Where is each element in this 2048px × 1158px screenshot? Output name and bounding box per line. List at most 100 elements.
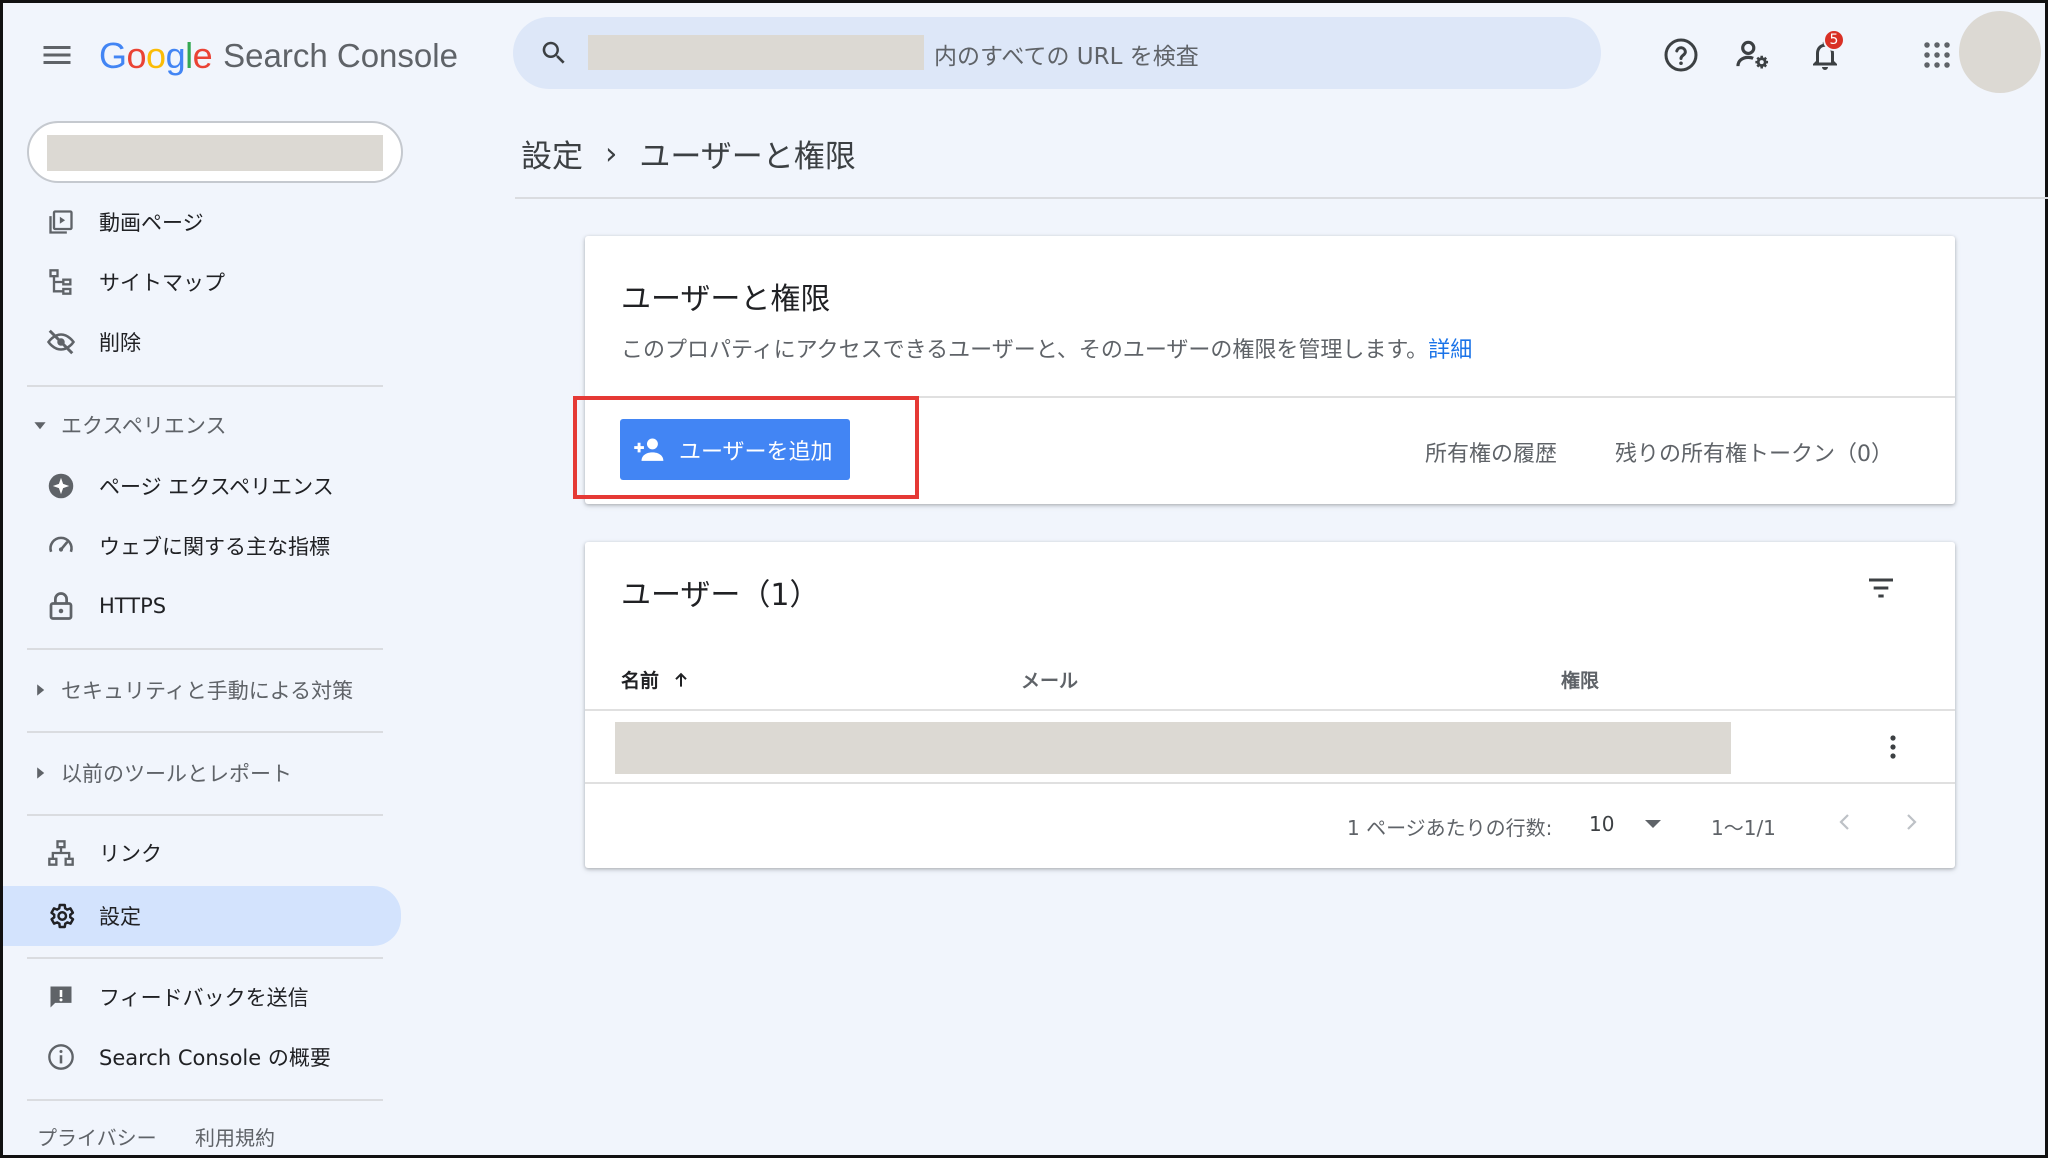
sidebar-item-page-experience[interactable]: ページ エクスペリエンス <box>3 458 401 514</box>
terms-link[interactable]: 利用規約 <box>195 1122 275 1151</box>
sidebar-divider <box>27 1099 383 1101</box>
sidebar-divider <box>27 731 383 733</box>
sidebar-item-label: 削除 <box>99 331 141 355</box>
sidebar-item-label: リンク <box>99 842 162 866</box>
sidebar-item-settings[interactable]: 設定 <box>3 886 401 946</box>
redacted-property-url <box>588 35 924 70</box>
breadcrumb-parent[interactable]: 設定 <box>521 131 583 176</box>
permissions-card-title: ユーザーと権限 <box>621 282 831 317</box>
speed-gauge-icon <box>41 526 81 566</box>
search-console-logo[interactable]: Google Search Console <box>99 31 458 81</box>
sidebar-divider <box>27 648 383 650</box>
breadcrumb-current: ユーザーと権限 <box>639 139 856 175</box>
header-divider <box>515 197 2048 199</box>
main-menu-icon[interactable] <box>39 37 75 73</box>
description-text: このプロパティにアクセスできるユーザーと、そのユーザーの権限を管理します。 <box>621 338 1429 363</box>
ownership-history-link[interactable]: 所有権の履歴 <box>1425 436 1557 468</box>
filter-icon[interactable] <box>1865 572 1897 604</box>
apps-grid-icon[interactable] <box>1913 31 1961 79</box>
lock-icon <box>41 586 81 626</box>
sidebar-item-label: Search Console の概要 <box>99 1046 331 1070</box>
privacy-link[interactable]: プライバシー <box>37 1122 157 1151</box>
pagination-range: 1〜1/1 <box>1711 816 1776 840</box>
product-name: Search Console <box>223 37 458 74</box>
details-link[interactable]: 詳細 <box>1428 338 1472 363</box>
sidebar-item-about[interactable]: Search Console の概要 <box>3 1029 401 1085</box>
previous-page-icon[interactable] <box>1833 808 1857 836</box>
account-avatar[interactable] <box>1959 11 2041 93</box>
sidebar-item-video-pages[interactable]: 動画ページ <box>3 194 401 250</box>
ownership-tokens-link[interactable]: 残りの所有権トークン（0） <box>1615 436 1893 468</box>
logo-letter: l <box>185 35 193 76</box>
column-label: 名前 <box>621 670 660 692</box>
sitemap-icon <box>41 262 81 302</box>
column-header-permission[interactable]: 権限 <box>1561 666 1599 693</box>
section-label: 以前のツールとレポート <box>61 762 292 786</box>
caret-down-icon <box>33 418 47 432</box>
gear-icon <box>41 896 81 936</box>
breadcrumb: 設定 › ユーザーと権限 <box>521 131 856 176</box>
users-table-card: ユーザー（1） 名前 メール 権限 1 ページあたりの行数: 10 1〜1/1 <box>585 542 1955 868</box>
rows-per-page-select[interactable]: 10 <box>1589 812 1662 836</box>
logo-letter: e <box>192 35 213 76</box>
table-divider <box>585 709 1955 711</box>
dropdown-arrow-icon <box>1644 818 1662 830</box>
table-row-redacted <box>615 722 1731 774</box>
sidebar-section-legacy-tools[interactable]: 以前のツールとレポート <box>33 758 292 788</box>
caret-right-icon <box>33 766 47 780</box>
more-vert-icon[interactable] <box>1881 732 1905 762</box>
google-logo: Google <box>99 35 213 77</box>
url-inspection-search[interactable]: 内のすべての URL を検査 <box>513 17 1601 89</box>
sidebar-item-send-feedback[interactable]: フィードバックを送信 <box>3 969 401 1025</box>
notifications-bell-icon[interactable]: 5 <box>1801 29 1849 79</box>
logo-letter: g <box>165 35 186 76</box>
sort-ascending-icon <box>671 670 691 690</box>
table-divider <box>585 782 1955 784</box>
sidebar-divider <box>27 814 383 816</box>
feedback-icon <box>41 977 81 1017</box>
sidebar-item-label: HTTPS <box>99 594 167 618</box>
video-page-icon <box>41 202 81 242</box>
sidebar-item-label: ページ エクスペリエンス <box>99 475 334 499</box>
redacted-property-name <box>47 135 383 171</box>
column-header-email[interactable]: メール <box>1021 666 1078 693</box>
column-header-name[interactable]: 名前 <box>621 666 691 693</box>
logo-letter: o <box>126 35 147 76</box>
sidebar-divider <box>27 957 383 959</box>
users-table-title: ユーザー（1） <box>621 578 820 613</box>
rows-per-page-label: 1 ページあたりの行数: <box>1347 816 1553 840</box>
sidebar-item-label: 動画ページ <box>99 211 204 235</box>
section-label: エクスペリエンス <box>61 414 227 438</box>
sidebar-item-https[interactable]: HTTPS <box>3 578 401 634</box>
sidebar-item-label: ウェブに関する主な指標 <box>99 535 330 559</box>
rows-per-page-value: 10 <box>1589 812 1615 836</box>
page-experience-icon <box>41 466 81 506</box>
sidebar-section-security[interactable]: セキュリティと手動による対策 <box>33 675 353 705</box>
add-user-highlight-box <box>573 396 919 499</box>
breadcrumb-separator: › <box>605 135 618 172</box>
sidebar-item-label: 設定 <box>99 905 141 929</box>
help-icon[interactable] <box>1657 31 1705 79</box>
sidebar-item-sitemaps[interactable]: サイトマップ <box>3 254 401 310</box>
sidebar-item-removals[interactable]: 削除 <box>3 314 401 370</box>
removal-icon <box>41 322 81 362</box>
sidebar-item-core-web-vitals[interactable]: ウェブに関する主な指標 <box>3 518 401 574</box>
next-page-icon[interactable] <box>1899 808 1923 836</box>
search-icon <box>539 38 569 68</box>
info-icon <box>41 1037 81 1077</box>
sidebar-item-label: フィードバックを送信 <box>99 986 309 1010</box>
logo-letter: o <box>146 35 166 76</box>
sidebar-item-label: サイトマップ <box>99 271 225 295</box>
notification-count-badge: 5 <box>1823 29 1845 51</box>
caret-right-icon <box>33 683 47 697</box>
sidebar-item-links[interactable]: リンク <box>3 825 401 881</box>
sidebar-divider <box>27 385 383 387</box>
section-label: セキュリティと手動による対策 <box>61 679 354 703</box>
logo-letter: G <box>99 35 127 76</box>
user-settings-icon[interactable] <box>1729 31 1777 79</box>
sidebar-section-experience[interactable]: エクスペリエンス <box>33 410 226 440</box>
search-placeholder: 内のすべての URL を検査 <box>934 44 1199 70</box>
links-icon <box>41 833 81 873</box>
permissions-card-description: このプロパティにアクセスできるユーザーと、そのユーザーの権限を管理します。詳細 <box>621 332 1472 364</box>
property-selector[interactable] <box>27 121 403 183</box>
